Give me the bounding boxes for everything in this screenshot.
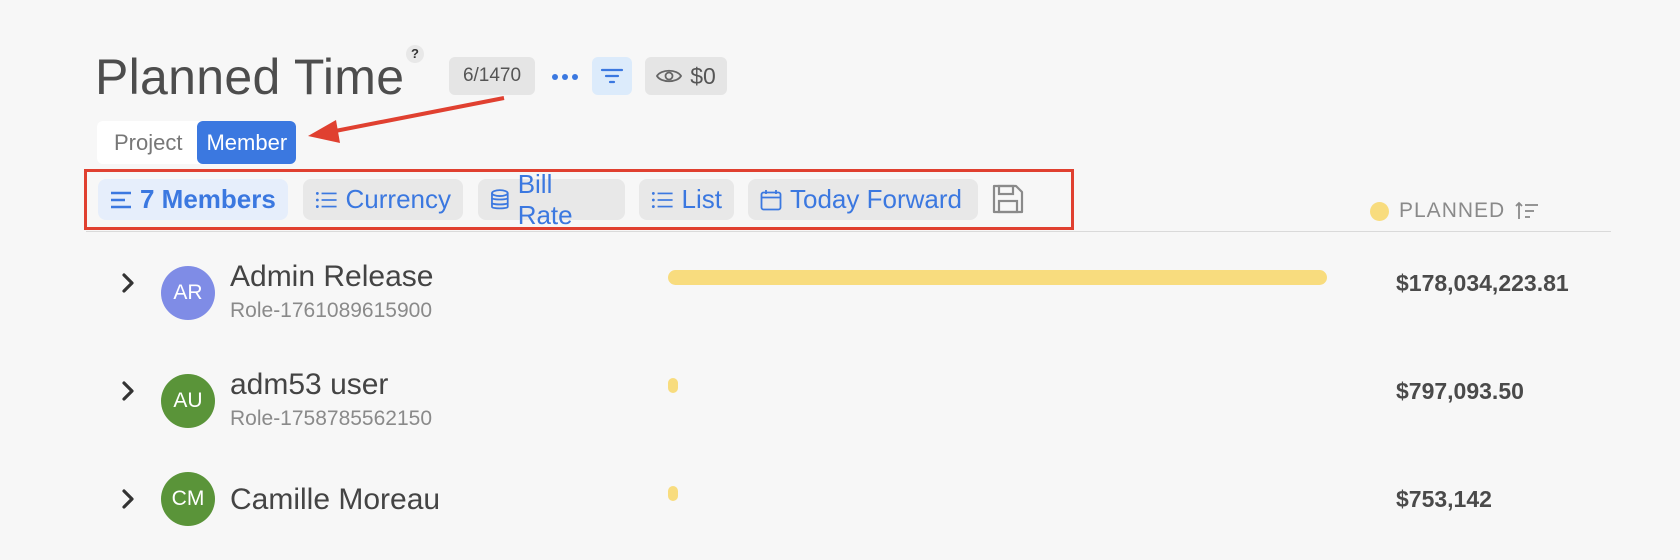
planned-amount: $178,034,223.81	[1396, 270, 1569, 296]
avatar: CM	[161, 472, 215, 526]
filter-button[interactable]	[592, 57, 632, 95]
planned-column-header[interactable]: PLANNED	[1370, 199, 1539, 223]
list-view-label: List	[681, 184, 722, 214]
date-range-button[interactable]: Today Forward	[748, 179, 978, 220]
member-name: adm53 user	[230, 368, 389, 401]
record-count-badge: 6/1470	[449, 57, 535, 95]
member-role: Role-1758785562150	[230, 407, 433, 430]
member-role: Role-1761089615900	[230, 299, 433, 322]
currency-button[interactable]: Currency	[303, 179, 463, 220]
avatar: AU	[161, 374, 215, 428]
list-icon	[315, 191, 337, 208]
planned-legend-dot	[1370, 201, 1389, 221]
date-range-label: Today Forward	[790, 184, 962, 214]
page-title: Planned Time	[95, 49, 405, 105]
chevron-right-icon[interactable]	[118, 487, 138, 511]
member-name: Camille Moreau	[230, 483, 441, 516]
planned-amount: $797,093.50	[1396, 378, 1524, 404]
planned-bar	[668, 378, 678, 393]
database-icon	[491, 188, 509, 209]
view-toggle: Project Member	[97, 121, 297, 164]
bill-rate-button[interactable]: Bill Rate	[478, 169, 625, 230]
planned-amount: $753,142	[1396, 486, 1492, 512]
lines-icon	[111, 191, 131, 208]
planned-bar	[668, 270, 1327, 285]
header-divider	[86, 231, 1611, 232]
avatar: AR	[161, 266, 215, 320]
toggle-project[interactable]: Project	[97, 121, 197, 164]
chevron-right-icon[interactable]	[118, 379, 138, 403]
save-icon[interactable]	[992, 184, 1024, 214]
more-options-icon[interactable]	[549, 62, 581, 92]
currency-label: Currency	[345, 184, 451, 214]
help-icon[interactable]: ?	[406, 45, 424, 63]
visibility-value: $0	[690, 62, 716, 89]
filter-icon	[600, 68, 624, 84]
eye-icon	[656, 69, 683, 83]
toggle-member[interactable]: Member	[197, 121, 297, 164]
calendar-icon	[760, 189, 782, 210]
planned-bar	[668, 486, 678, 501]
bill-rate-label: Bill Rate	[517, 168, 573, 230]
list-view-button[interactable]: List	[639, 179, 734, 220]
list-icon	[651, 191, 673, 208]
sort-icon[interactable]	[1515, 201, 1539, 221]
visibility-button[interactable]: $0	[645, 57, 727, 95]
members-filter-label: 7 Members	[140, 184, 276, 214]
member-name: Admin Release	[230, 260, 434, 293]
members-filter-button[interactable]: 7 Members	[98, 179, 288, 220]
planned-column-label: PLANNED	[1399, 199, 1506, 222]
chevron-right-icon[interactable]	[118, 271, 138, 295]
